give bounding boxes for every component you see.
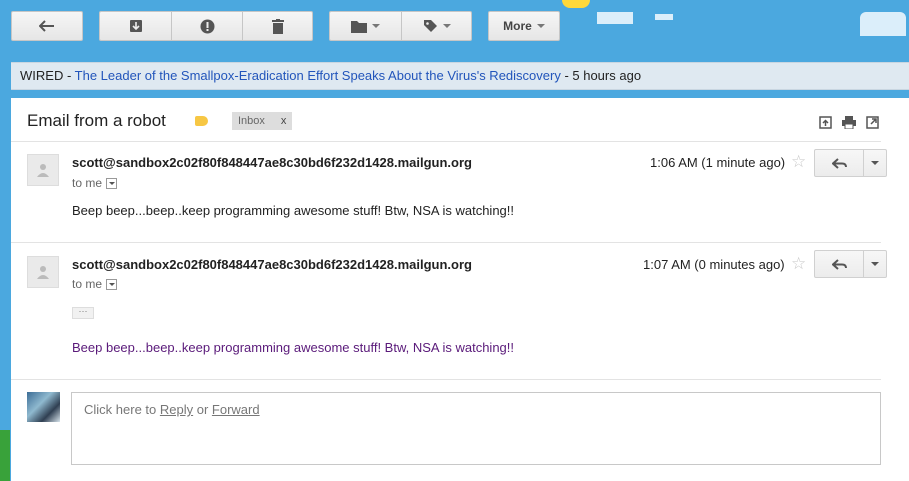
- default-avatar-icon: [37, 266, 49, 279]
- sender-address[interactable]: scott@sandbox2c02f80f848447ae8c30bd6f232…: [72, 257, 472, 272]
- label-tag-icon: [423, 19, 437, 32]
- report-spam-button[interactable]: [171, 11, 242, 41]
- labels-button[interactable]: [401, 11, 472, 41]
- back-arrow-icon: [39, 20, 54, 32]
- chevron-down-icon: [372, 24, 380, 28]
- recipient-label: to me: [72, 176, 103, 190]
- star-icon[interactable]: ☆: [791, 255, 806, 272]
- reply-arrow-icon: [831, 157, 847, 169]
- reply-button-group: [814, 149, 887, 177]
- theme-cloud: [597, 12, 633, 24]
- reply-link[interactable]: Reply: [160, 402, 193, 417]
- news-headline-link[interactable]: The Leader of the Smallpox-Eradication E…: [75, 68, 561, 83]
- delete-button[interactable]: [242, 11, 313, 41]
- message-time: 1:07 AM (0 minutes ago): [643, 257, 785, 272]
- web-clip-bar: WIRED - The Leader of the Smallpox-Eradi…: [11, 62, 909, 90]
- message-time: 1:06 AM (1 minute ago): [650, 155, 786, 170]
- page-title: Email from a robot: [27, 111, 166, 130]
- divider: [11, 141, 881, 142]
- divider: [11, 242, 881, 243]
- remove-label-button[interactable]: x: [281, 112, 287, 130]
- back-button[interactable]: [11, 11, 83, 41]
- reply-button-group: [814, 250, 887, 278]
- show-trimmed-content-button[interactable]: ···: [72, 307, 94, 319]
- more-button[interactable]: More: [488, 11, 560, 41]
- recipient-details[interactable]: to me: [72, 176, 118, 190]
- chevron-down-icon: [442, 24, 451, 28]
- news-separator: -: [63, 68, 75, 83]
- chevron-down-icon: [871, 161, 879, 165]
- move-to-button[interactable]: [329, 11, 401, 41]
- show-details-icon[interactable]: [106, 278, 118, 290]
- recipient-label: to me: [72, 277, 103, 291]
- conversation-panel: Email from a robot Inbox x scott@sandbox…: [11, 98, 909, 481]
- message-body: Beep beep...beep..keep programming aweso…: [72, 340, 515, 355]
- reply-button[interactable]: [815, 150, 864, 176]
- inbox-label-chip: Inbox x: [232, 112, 293, 130]
- recipient-details[interactable]: to me: [72, 277, 118, 291]
- thread-actions: [819, 116, 879, 129]
- divider: [11, 379, 881, 380]
- importance-marker-icon[interactable]: [195, 116, 208, 126]
- star-icon[interactable]: ☆: [791, 153, 806, 170]
- theme-sun: [562, 0, 590, 8]
- label-name[interactable]: Inbox: [238, 112, 265, 130]
- more-label: More: [503, 19, 532, 33]
- user-avatar: [27, 392, 60, 422]
- default-avatar-icon: [37, 164, 49, 177]
- news-time: - 5 hours ago: [560, 68, 642, 83]
- message-body: Beep beep...beep..keep programming aweso…: [72, 203, 515, 218]
- archive-button[interactable]: [99, 11, 171, 41]
- chevron-down-icon: [871, 262, 879, 266]
- theme-cloud: [655, 14, 673, 20]
- reply-arrow-icon: [831, 258, 847, 270]
- more-options-button[interactable]: [864, 251, 886, 277]
- theme-grass: [0, 430, 10, 481]
- expand-all-icon[interactable]: [819, 116, 832, 129]
- reply-or: or: [193, 402, 212, 417]
- report-spam-icon: [200, 19, 214, 33]
- reply-box[interactable]: Click here to Reply or Forward: [71, 392, 881, 465]
- archive-icon: [129, 20, 142, 32]
- more-options-button[interactable]: [864, 150, 886, 176]
- forward-link[interactable]: Forward: [212, 402, 260, 417]
- avatar: [27, 154, 59, 186]
- reply-prompt: Click here to: [84, 402, 160, 417]
- chevron-down-icon: [536, 24, 545, 28]
- show-details-icon[interactable]: [106, 177, 118, 189]
- folder-icon: [351, 20, 367, 33]
- sender-address[interactable]: scott@sandbox2c02f80f848447ae8c30bd6f232…: [72, 155, 472, 170]
- avatar: [27, 256, 59, 288]
- print-icon[interactable]: [842, 116, 856, 129]
- news-source: WIRED: [20, 68, 64, 83]
- trash-icon: [271, 18, 284, 34]
- theme-cloud: [860, 12, 906, 36]
- reply-button[interactable]: [815, 251, 864, 277]
- new-window-icon[interactable]: [866, 116, 879, 129]
